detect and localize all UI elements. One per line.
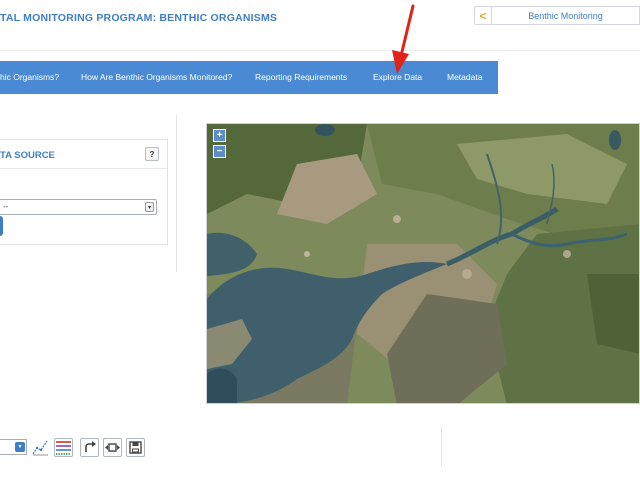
nav-how-monitored[interactable]: How Are Benthic Organisms Monitored?	[81, 61, 232, 94]
data-source-title: TA SOURCE	[0, 150, 55, 161]
legend-tool[interactable]	[54, 438, 73, 457]
breadcrumb-back-button[interactable]: <	[474, 6, 492, 25]
main-nav: hic Organisms? How Are Benthic Organisms…	[0, 61, 498, 94]
page-title: TAL MONITORING PROGRAM: BENTHIC ORGANISM…	[0, 12, 278, 24]
red-arrow-annotation	[392, 4, 415, 74]
satellite-map[interactable]	[206, 123, 640, 404]
breadcrumb-benthic-monitoring[interactable]: Benthic Monitoring	[492, 6, 640, 25]
nav-reporting-requirements[interactable]: Reporting Requirements	[255, 61, 347, 94]
redo-tool[interactable]	[80, 438, 99, 457]
nav-metadata[interactable]: Metadata	[447, 61, 482, 94]
submit-button[interactable]	[0, 216, 3, 236]
trend-line-icon	[32, 440, 48, 456]
zoom-in-button[interactable]: +	[213, 129, 226, 142]
chevron-down-icon: ▾	[145, 202, 154, 212]
nav-what-are-benthic-organisms[interactable]: hic Organisms?	[0, 61, 59, 94]
expand-tool[interactable]	[103, 438, 122, 457]
zoom-out-button[interactable]: −	[213, 145, 226, 158]
toolbar-divider	[441, 428, 442, 466]
chart-type-select[interactable]: ▾	[0, 439, 27, 455]
trend-line-tool[interactable]	[31, 438, 50, 457]
panel-separator	[0, 168, 167, 169]
save-tool[interactable]	[126, 438, 145, 457]
data-source-select[interactable]: -- ▾	[0, 199, 157, 215]
redo-icon	[85, 441, 96, 452]
help-button[interactable]: ?	[145, 147, 159, 161]
panel-divider	[176, 115, 177, 272]
satellite-imagery	[207, 124, 639, 403]
data-source-panel: TA SOURCE ? -- ▾	[0, 139, 168, 245]
legend-lines-icon	[56, 441, 71, 455]
save-icon	[129, 441, 142, 454]
data-source-select-value: --	[3, 202, 9, 211]
expand-icon	[105, 443, 120, 452]
chevron-down-icon: ▾	[15, 442, 25, 452]
header-divider	[0, 50, 640, 51]
